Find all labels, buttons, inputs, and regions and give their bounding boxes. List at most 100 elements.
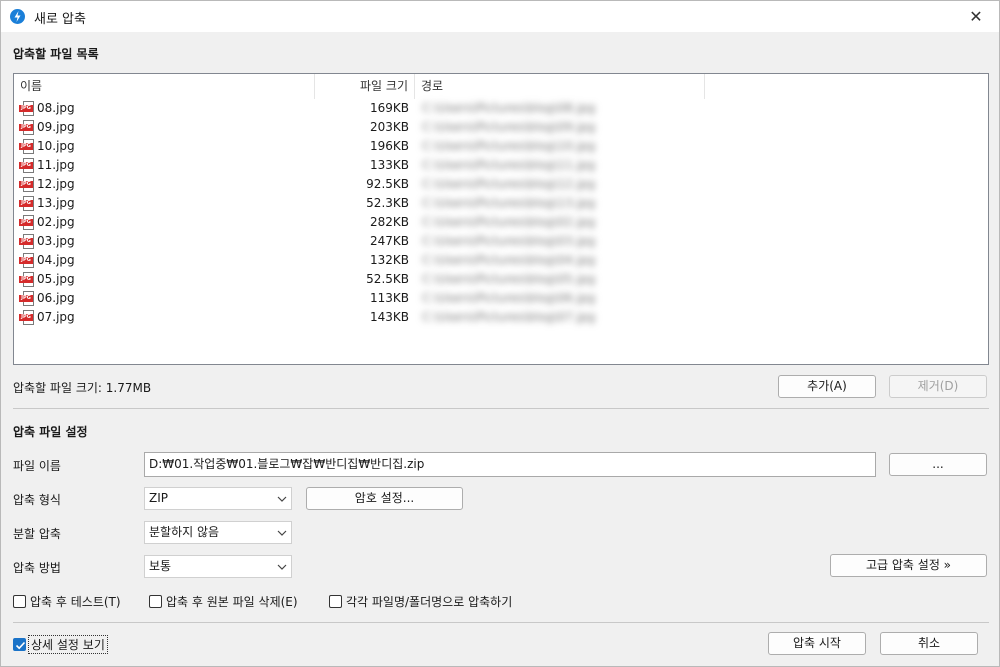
file-name-cell: 13.jpg [37, 196, 75, 210]
file-size-cell: 52.5KB [366, 272, 409, 286]
table-row[interactable]: JPG 07.jpg 143KB C:\Users\Pictures\blog\07.… [14, 308, 988, 327]
close-icon[interactable]: ✕ [953, 1, 999, 32]
method-select[interactable]: 보통 [144, 555, 292, 578]
file-size-cell: 132KB [369, 253, 409, 267]
add-button[interactable]: 추가(A) [778, 375, 876, 398]
table-row[interactable]: JPG 10.jpg 196KB C:\Users\Pictures\blog\10.… [14, 137, 988, 156]
file-path-cell: C:\Users\Pictures\blog\12.jpg [422, 177, 596, 191]
file-name-cell: 10.jpg [37, 139, 75, 153]
file-path-cell: C:\Users\Pictures\blog\13.jpg [422, 196, 596, 210]
jpg-file-icon: JPG [19, 139, 35, 154]
jpg-file-icon: JPG [19, 253, 35, 268]
each-to-folder-label[interactable]: 각각 파일명/폴더명으로 압축하기 [346, 593, 512, 610]
jpg-file-icon: JPG [19, 215, 35, 230]
delete-original-checkbox[interactable] [149, 595, 162, 608]
password-settings-button-label: 암호 설정... [354, 491, 415, 505]
compress-dialog: 새로 압축 ✕ 압축할 파일 목록 이름 파일 크기 경로 JPG 08.jpg 1… [0, 0, 1000, 667]
chevron-down-icon [277, 496, 287, 502]
browse-button[interactable]: ... [889, 453, 987, 476]
jpg-file-icon: JPG [19, 120, 35, 135]
jpg-file-icon: JPG [19, 234, 35, 249]
format-select-value: ZIP [149, 491, 168, 505]
section-divider [13, 408, 989, 409]
file-path-cell: C:\Users\Pictures\blog\09.jpg [422, 120, 596, 134]
file-size-cell: 282KB [369, 215, 409, 229]
method-label: 압축 방법 [13, 561, 61, 575]
table-row[interactable]: JPG 13.jpg 52.3KB C:\Users\Pictures\blog\13… [14, 194, 988, 213]
file-size-cell: 133KB [369, 158, 409, 172]
file-name-cell: 05.jpg [37, 272, 75, 286]
footer-divider [13, 622, 989, 623]
remove-button[interactable]: 제거(D) [889, 375, 987, 398]
remove-button-label: 제거(D) [917, 379, 959, 393]
filename-input[interactable]: D:₩01.작업중₩01.블로그₩잡₩반디집₩반디집.zip [144, 452, 876, 477]
file-path-cell: C:\Users\Pictures\blog\02.jpg [422, 215, 596, 229]
file-path-cell: C:\Users\Pictures\blog\11.jpg [422, 158, 596, 172]
file-size-cell: 247KB [369, 234, 409, 248]
split-label: 분할 압축 [13, 527, 61, 541]
file-path-cell: C:\Users\Pictures\blog\05.jpg [422, 272, 596, 286]
cancel-button[interactable]: 취소 [880, 632, 978, 655]
split-select[interactable]: 분할하지 않음 [144, 521, 292, 544]
start-compress-button-label: 압축 시작 [793, 636, 841, 650]
test-after-checkbox[interactable] [13, 595, 26, 608]
table-row[interactable]: JPG 04.jpg 132KB C:\Users\Pictures\blog\04.… [14, 251, 988, 270]
split-select-value: 분할하지 않음 [149, 525, 220, 539]
file-size-cell: 143KB [369, 310, 409, 324]
add-button-label: 추가(A) [807, 379, 847, 393]
jpg-file-icon: JPG [19, 291, 35, 306]
checkmark-icon [15, 641, 26, 650]
file-path-cell: C:\Users\Pictures\blog\10.jpg [422, 139, 596, 153]
file-list[interactable]: 이름 파일 크기 경로 JPG 08.jpg 169KB C:\Users\Pictu… [13, 73, 989, 365]
title-bar: 새로 압축 ✕ [1, 1, 999, 32]
table-row[interactable]: JPG 09.jpg 203KB C:\Users\Pictures\blog\09.… [14, 118, 988, 137]
format-label: 압축 형식 [13, 493, 61, 507]
jpg-file-icon: JPG [19, 177, 35, 192]
table-row[interactable]: JPG 03.jpg 247KB C:\Users\Pictures\blog\03.… [14, 232, 988, 251]
jpg-file-icon: JPG [19, 101, 35, 116]
column-header-name[interactable]: 이름 [14, 74, 315, 99]
column-header-size[interactable]: 파일 크기 [315, 74, 415, 99]
file-name-cell: 07.jpg [37, 310, 75, 324]
cancel-button-label: 취소 [917, 636, 941, 650]
window-title: 새로 압축 [34, 12, 86, 27]
advanced-settings-button[interactable]: 고급 압축 설정 » [830, 554, 987, 577]
method-select-value: 보통 [149, 559, 172, 573]
file-path-cell: C:\Users\Pictures\blog\08.jpg [422, 101, 596, 115]
file-path-cell: C:\Users\Pictures\blog\03.jpg [422, 234, 596, 248]
file-path-cell: C:\Users\Pictures\blog\07.jpg [422, 310, 596, 324]
file-name-cell: 11.jpg [37, 158, 75, 172]
test-after-label[interactable]: 압축 후 테스트(T) [30, 593, 121, 610]
file-size-cell: 52.3KB [366, 196, 409, 210]
file-list-section-title: 압축할 파일 목록 [13, 47, 99, 61]
table-row[interactable]: JPG 08.jpg 169KB C:\Users\Pictures\blog\08.… [14, 99, 988, 118]
advanced-settings-button-label: 고급 압축 설정 » [865, 558, 952, 572]
column-header-path[interactable]: 경로 [415, 74, 705, 99]
table-row[interactable]: JPG 12.jpg 92.5KB C:\Users\Pictures\blog\12… [14, 175, 988, 194]
table-row[interactable]: JPG 11.jpg 133KB C:\Users\Pictures\blog\11.… [14, 156, 988, 175]
table-row[interactable]: JPG 02.jpg 282KB C:\Users\Pictures\blog\02.… [14, 213, 988, 232]
bandizip-app-icon [10, 9, 25, 24]
file-size-cell: 92.5KB [366, 177, 409, 191]
start-compress-button[interactable]: 압축 시작 [768, 632, 866, 655]
table-row[interactable]: JPG 05.jpg 52.5KB C:\Users\Pictures\blog\05… [14, 270, 988, 289]
jpg-file-icon: JPG [19, 158, 35, 173]
total-size-label: 압축할 파일 크기: 1.77MB [13, 381, 152, 395]
each-to-folder-checkbox[interactable] [329, 595, 342, 608]
show-details-checkbox[interactable] [13, 638, 26, 651]
file-name-cell: 03.jpg [37, 234, 75, 248]
password-settings-button[interactable]: 암호 설정... [306, 487, 463, 510]
file-name-cell: 12.jpg [37, 177, 75, 191]
file-name-cell: 04.jpg [37, 253, 75, 267]
format-select[interactable]: ZIP [144, 487, 292, 510]
file-size-cell: 196KB [369, 139, 409, 153]
chevron-down-icon [277, 564, 287, 570]
table-row[interactable]: JPG 06.jpg 113KB C:\Users\Pictures\blog\06.… [14, 289, 988, 308]
browse-button-label: ... [932, 457, 944, 471]
file-name-cell: 02.jpg [37, 215, 75, 229]
settings-section-title: 압축 파일 설정 [13, 425, 88, 439]
file-name-cell: 08.jpg [37, 101, 75, 115]
chevron-down-icon [277, 530, 287, 536]
delete-original-label[interactable]: 압축 후 원본 파일 삭제(E) [166, 593, 298, 610]
show-details-label[interactable]: 상세 설정 보기 [28, 635, 108, 654]
